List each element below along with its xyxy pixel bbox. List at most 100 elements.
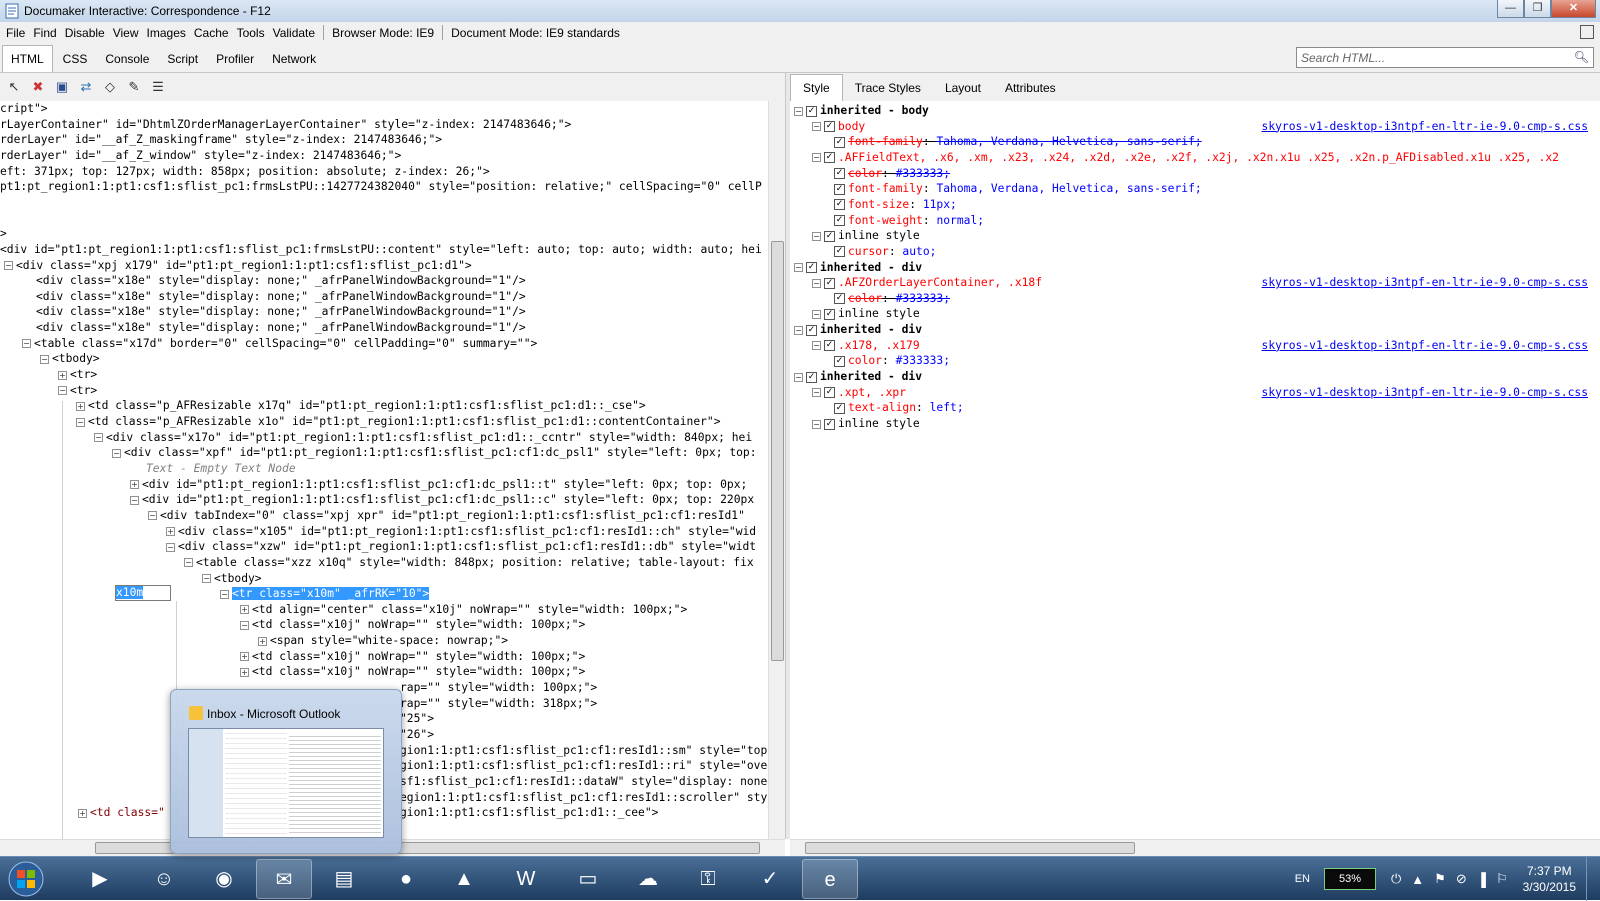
- css-rule-selector[interactable]: − ✓ .AFZOrderLayerContainer, .x18f: [812, 275, 1042, 291]
- firefox-icon[interactable]: ●: [378, 859, 434, 899]
- scrollbar-thumb[interactable]: [771, 241, 784, 661]
- show-hidden-icons-icon[interactable]: ▲: [1411, 872, 1424, 887]
- inline-style-header[interactable]: − ✓ inline style: [812, 306, 920, 322]
- dom-node-line[interactable]: − <div class="x17o" id="pt1:pt_region1:1:…: [94, 430, 752, 446]
- css-property-line[interactable]: ✓ font-weight: normal;: [834, 213, 984, 229]
- rule-checkbox[interactable]: ✓: [806, 105, 817, 117]
- dom-node-line[interactable]: − <tr class="x10m" _afrRK="10">: [220, 586, 430, 602]
- style-pane[interactable]: − ✓ inherited - body − ✓ body skyros-v1-deskto…: [790, 101, 1600, 839]
- css-property-line[interactable]: ✓ font-family: Tahoma, Verdana, Helvetica…: [834, 134, 1202, 150]
- dom-node-line[interactable]: gion1:1:pt1:csf1:sflist_pc1:d1::_cee">: [400, 805, 658, 821]
- edit-icon[interactable]: ✎: [126, 79, 142, 95]
- clear-icon[interactable]: ✖: [30, 79, 46, 95]
- collapse-toggle-icon[interactable]: −: [794, 372, 803, 382]
- tab-trace-styles[interactable]: Trace Styles: [843, 75, 933, 101]
- close-button[interactable]: ✕: [1551, 0, 1596, 18]
- dom-node-line[interactable]: + <div id="pt1:pt_region1:1:pt1:csf1:sfli…: [130, 477, 747, 493]
- collapse-toggle-icon[interactable]: −: [148, 511, 157, 521]
- dom-node-line[interactable]: − <tbody>: [202, 571, 262, 587]
- dom-node-line[interactable]: − <div class="xzw" id="pt1:pt_region1:1:p…: [166, 539, 756, 555]
- battery-meter[interactable]: 53%: [1324, 868, 1376, 890]
- expand-toggle-icon[interactable]: +: [78, 808, 87, 818]
- notepad-icon[interactable]: ▭: [560, 859, 616, 899]
- language-indicator[interactable]: EN: [1295, 873, 1310, 885]
- mute-icon[interactable]: ⊘: [1456, 871, 1467, 887]
- dom-node-line[interactable]: rderLayer" id="__af_Z_window" style="z-i…: [0, 148, 401, 164]
- minimize-button[interactable]: —: [1497, 0, 1524, 18]
- css-property-line[interactable]: ✓ font-size: 11px;: [834, 197, 957, 213]
- menu-file[interactable]: File: [2, 26, 29, 40]
- internet-explorer-icon[interactable]: e: [802, 859, 858, 899]
- dom-node-line[interactable]: <div class="x18e" style="display: none;"…: [36, 320, 526, 336]
- css-rule-selector[interactable]: − ✓ .xpt, .xpr: [812, 385, 906, 401]
- inherited-section-header[interactable]: − ✓ inherited - div: [794, 260, 922, 276]
- collapse-toggle-icon[interactable]: −: [184, 558, 193, 568]
- dom-node-line[interactable]: rap="" style="width: 318px;">: [400, 696, 597, 712]
- save-icon[interactable]: ▣: [54, 79, 70, 95]
- search-html-input[interactable]: Search HTML... 🔍︎: [1296, 47, 1594, 68]
- dom-node-line[interactable]: − <tr>: [58, 383, 97, 399]
- dom-node-line[interactable]: sf1:sflist_pc1:cf1:resId1::dataW" style=…: [400, 774, 767, 790]
- dom-node-line[interactable]: + <div class="x105" id="pt1:pt_region1:1:…: [166, 524, 756, 540]
- dom-node-line[interactable]: <div id="pt1:pt_region1:1:pt1:csf1:sflis…: [0, 242, 762, 258]
- rule-checkbox[interactable]: ✓: [834, 215, 845, 227]
- power-plug-icon[interactable]: ⏻: [1391, 871, 1401, 887]
- select-element-icon[interactable]: ↖: [6, 79, 22, 95]
- inherited-section-header[interactable]: − ✓ inherited - body: [794, 103, 929, 119]
- explorer-icon[interactable]: ▤: [316, 859, 372, 899]
- tab-console[interactable]: Console: [97, 46, 157, 72]
- collapse-toggle-icon[interactable]: −: [112, 448, 121, 458]
- expand-toggle-icon[interactable]: +: [76, 401, 85, 411]
- collapse-toggle-icon[interactable]: −: [40, 354, 49, 364]
- inherited-section-header[interactable]: − ✓ inherited - div: [794, 369, 922, 385]
- rule-checkbox[interactable]: ✓: [834, 168, 845, 180]
- dom-node-line[interactable]: − <table class="xzz x10q" style="width: 8…: [184, 555, 754, 571]
- start-button-icon[interactable]: [4, 859, 48, 899]
- rule-checkbox[interactable]: ✓: [806, 324, 817, 336]
- css-property-line[interactable]: ✓ font-family: Tahoma, Verdana, Helvetica…: [834, 181, 1202, 197]
- dom-node-line[interactable]: Text - Empty Text Node: [146, 461, 296, 477]
- dom-node-line[interactable]: rLayerContainer" id="DhtmlZOrderManagerL…: [0, 117, 571, 133]
- rule-checkbox[interactable]: ✓: [834, 136, 845, 148]
- expand-toggle-icon[interactable]: +: [240, 667, 249, 677]
- flag-icon[interactable]: ⚐: [1496, 871, 1508, 887]
- style-horizontal-scrollbar[interactable]: [790, 839, 1600, 856]
- rule-checkbox[interactable]: ✓: [806, 371, 817, 383]
- collapse-toggle-icon[interactable]: −: [220, 589, 229, 599]
- collapse-toggle-icon[interactable]: −: [812, 341, 821, 351]
- dom-node-line[interactable]: − <div tabIndex="0" class="xpj xpr" id="p…: [148, 508, 745, 524]
- menu-view[interactable]: View: [109, 26, 143, 40]
- rule-checkbox[interactable]: ✓: [824, 121, 835, 133]
- dom-node-line[interactable]: − <tbody>: [40, 351, 100, 367]
- collapse-toggle-icon[interactable]: −: [202, 574, 211, 583]
- dom-node-line[interactable]: + <tr>: [58, 367, 97, 383]
- tab-html[interactable]: HTML: [2, 45, 53, 72]
- inline-edit-field[interactable]: x10m: [115, 585, 171, 601]
- collapse-toggle-icon[interactable]: −: [76, 417, 85, 427]
- tab-style[interactable]: Style: [790, 74, 843, 101]
- dom-node-line[interactable]: "25">: [400, 711, 434, 727]
- collapse-toggle-icon[interactable]: −: [812, 122, 821, 132]
- collapse-toggle-icon[interactable]: −: [812, 278, 821, 288]
- show-desktop-button[interactable]: [1586, 857, 1600, 901]
- dom-node-line[interactable]: + <td class="x10j" noWrap="" style="width…: [240, 664, 585, 680]
- dom-node-line[interactable]: gion1:1:pt1:csf1:sflist_pc1:cf1:resId1::…: [400, 758, 767, 774]
- tab-css[interactable]: CSS: [55, 46, 96, 72]
- chrome-icon[interactable]: ◉: [196, 859, 252, 899]
- dom-node-line[interactable]: pt1:pt_region1:1:pt1:csf1:sflist_pc1:frm…: [0, 179, 762, 195]
- css-property-line[interactable]: ✓ color: #333333;: [834, 166, 950, 182]
- collapse-toggle-icon[interactable]: −: [812, 231, 821, 241]
- menu-tools[interactable]: Tools: [233, 26, 269, 40]
- collapse-toggle-icon[interactable]: −: [794, 263, 803, 272]
- menu-validate[interactable]: Validate: [269, 26, 319, 40]
- collapse-toggle-icon[interactable]: −: [812, 153, 821, 163]
- signal-icon[interactable]: ▐: [1477, 872, 1486, 887]
- rule-checkbox[interactable]: ✓: [834, 183, 845, 195]
- refresh-icon[interactable]: ⇄: [78, 79, 94, 95]
- expand-toggle-icon[interactable]: +: [166, 527, 175, 537]
- stylesheet-link[interactable]: skyros-v1-desktop-i3ntpf-en-ltr-ie-9.0-c…: [1262, 385, 1588, 401]
- dom-node-line[interactable]: − <td class="p_AFResizable x1o" id="pt1:p…: [76, 414, 721, 430]
- rule-checkbox[interactable]: ✓: [834, 355, 845, 367]
- css-property-line[interactable]: ✓ text-align: left;: [834, 400, 964, 416]
- dom-node-line[interactable]: rderLayer" id="__af_Z_maskingframe" styl…: [0, 132, 442, 148]
